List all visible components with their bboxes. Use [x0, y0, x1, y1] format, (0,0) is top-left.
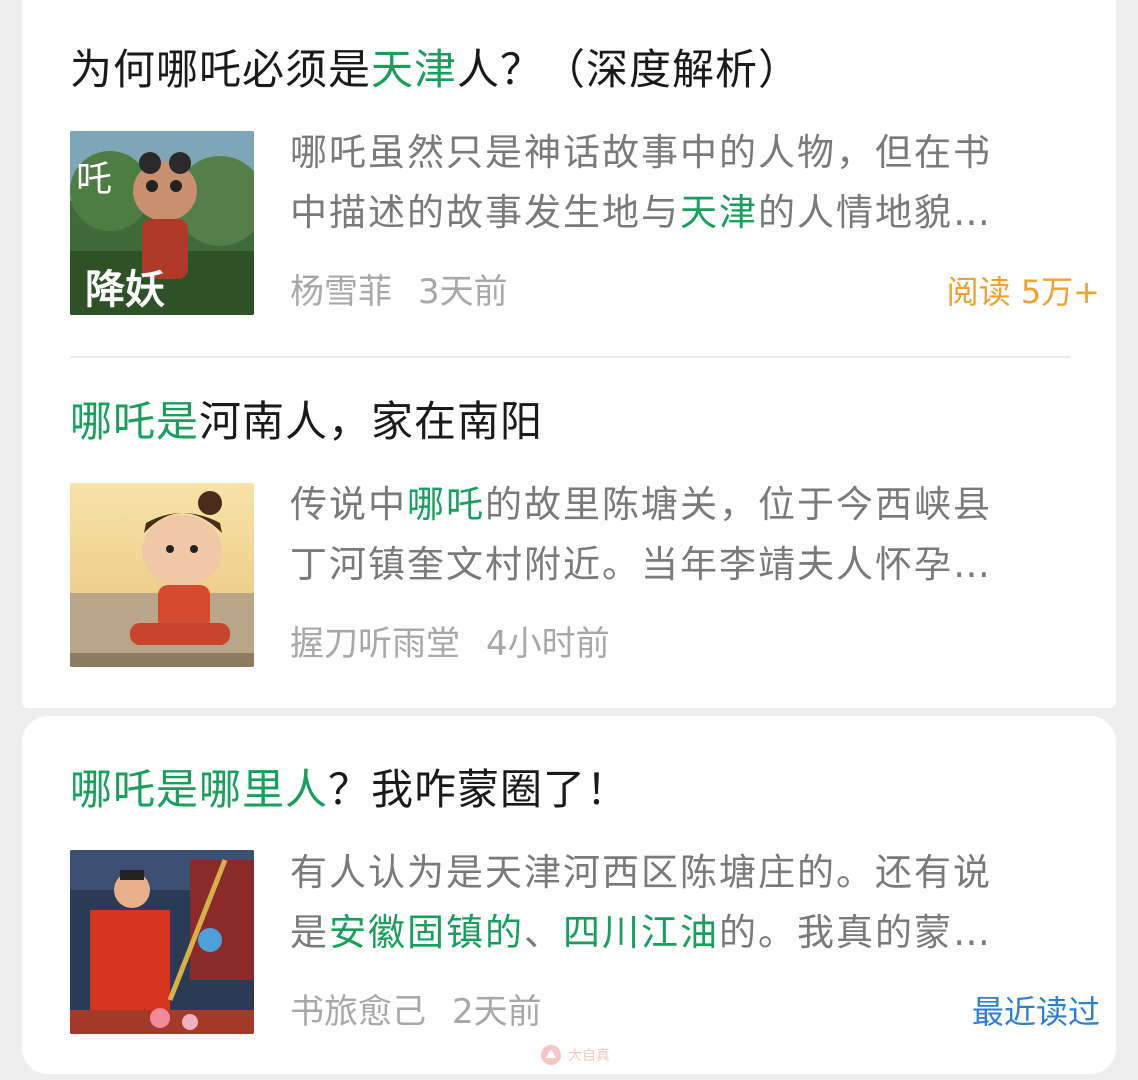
article-meta: 杨雪菲 3天前: [290, 270, 508, 314]
article-thumbnail[interactable]: [70, 850, 254, 1034]
highlighted-keyword: 哪吒: [407, 483, 485, 526]
publish-time: 2天前: [452, 992, 542, 1032]
highlighted-keyword: 四川江油: [563, 911, 719, 954]
results-card-bottom: 哪吒是哪里人？我咋蒙圈了！ 有人认为是天津河西区陈塘庄的。还有说 是安徽固镇的、…: [22, 716, 1116, 1074]
article-meta: 书旅愈己 2天前: [290, 990, 542, 1034]
author-name: 书旅愈己: [290, 992, 426, 1032]
snippet-line: 是安徽固镇的、四川江油的。我真的蒙…: [290, 903, 1050, 963]
watermark: 大自真: [540, 1040, 610, 1070]
snippet-line: 丁河镇奎文村附近。当年李靖夫人怀孕…: [290, 535, 1050, 595]
text-segment: 为何哪吒必须是: [70, 45, 372, 94]
snippet-line: 有人认为是天津河西区陈塘庄的。还有说: [290, 843, 1050, 903]
highlighted-keyword: 天津: [371, 45, 458, 94]
article-item[interactable]: 哪吒是河南人，家在南阳 传说中哪吒的故里陈塘关，位于今西峡县 丁河镇奎文村附近。…: [70, 392, 1070, 682]
article-item[interactable]: 为何哪吒必须是天津人？（深度解析） 吒 降妖 哪吒虽然只是神话故事中的人物，但在…: [70, 40, 1100, 330]
article-thumbnail[interactable]: [70, 483, 254, 667]
results-card-top: 为何哪吒必须是天津人？（深度解析） 吒 降妖 哪吒虽然只是神话故事中的人物，但在…: [22, 0, 1116, 708]
watermark-text: 大自真: [568, 1048, 610, 1064]
highlighted-keyword: 安徽固镇的: [329, 911, 524, 954]
text-segment: 哪吒虽然只是神话故事中的人物，但在书: [290, 131, 992, 174]
text-segment: 的人情地貌…: [758, 191, 992, 234]
recently-read-badge: 最近读过: [971, 993, 1100, 1031]
text-segment: 丁河镇奎文村附近。当年李靖夫人怀孕…: [290, 543, 992, 586]
highlighted-keyword: 哪吒是哪里人: [70, 765, 329, 814]
highlighted-keyword: 天津: [680, 191, 758, 234]
article-meta: 握刀听雨堂 4小时前: [290, 622, 610, 666]
text-segment: ？我咋蒙圈了！: [328, 765, 630, 814]
text-segment: 是: [290, 911, 329, 954]
article-snippet: 有人认为是天津河西区陈塘庄的。还有说 是安徽固镇的、四川江油的。我真的蒙…: [290, 843, 1050, 963]
article-snippet: 哪吒虽然只是神话故事中的人物，但在书 中描述的故事发生地与天津的人情地貌…: [290, 123, 1050, 243]
text-segment: 传说中: [290, 483, 407, 526]
text-segment: 人？（深度解析）: [457, 45, 802, 94]
article-title[interactable]: 哪吒是哪里人？我咋蒙圈了！: [70, 760, 629, 820]
read-count-badge: 阅读 5万+: [946, 273, 1100, 311]
publish-time: 4小时前: [486, 624, 610, 664]
author-name: 杨雪菲: [290, 272, 392, 312]
publish-time: 3天前: [418, 272, 508, 312]
snippet-line: 传说中哪吒的故里陈塘关，位于今西峡县: [290, 475, 1050, 535]
text-segment: 中描述的故事发生地与: [290, 191, 680, 234]
article-snippet: 传说中哪吒的故里陈塘关，位于今西峡县 丁河镇奎文村附近。当年李靖夫人怀孕…: [290, 475, 1050, 595]
divider: [70, 356, 1070, 358]
article-item[interactable]: 哪吒是哪里人？我咋蒙圈了！ 有人认为是天津河西区陈塘庄的。还有说 是安徽固镇的、…: [70, 760, 1100, 1050]
article-title[interactable]: 哪吒是河南人，家在南阳: [70, 392, 543, 452]
text-segment: 、: [524, 911, 563, 954]
text-segment: 的。我真的蒙…: [719, 911, 992, 954]
text-segment: 河南人，家在南阳: [199, 397, 544, 446]
article-thumbnail[interactable]: 吒 降妖: [70, 131, 254, 315]
watermark-logo-icon: [541, 1045, 561, 1065]
text-segment: 的故里陈塘关，位于今西峡县: [485, 483, 992, 526]
thumbnail-text-left: 吒: [76, 159, 112, 200]
svg-text:降妖: 降妖: [85, 266, 165, 313]
author-name: 握刀听雨堂: [290, 624, 460, 664]
text-segment: 有人认为是天津河西区陈塘庄的。还有说: [290, 851, 992, 894]
highlighted-keyword: 哪吒是: [70, 397, 200, 446]
snippet-line: 哪吒虽然只是神话故事中的人物，但在书: [290, 123, 1050, 183]
snippet-line: 中描述的故事发生地与天津的人情地貌…: [290, 183, 1050, 243]
article-title[interactable]: 为何哪吒必须是天津人？（深度解析）: [70, 40, 801, 100]
